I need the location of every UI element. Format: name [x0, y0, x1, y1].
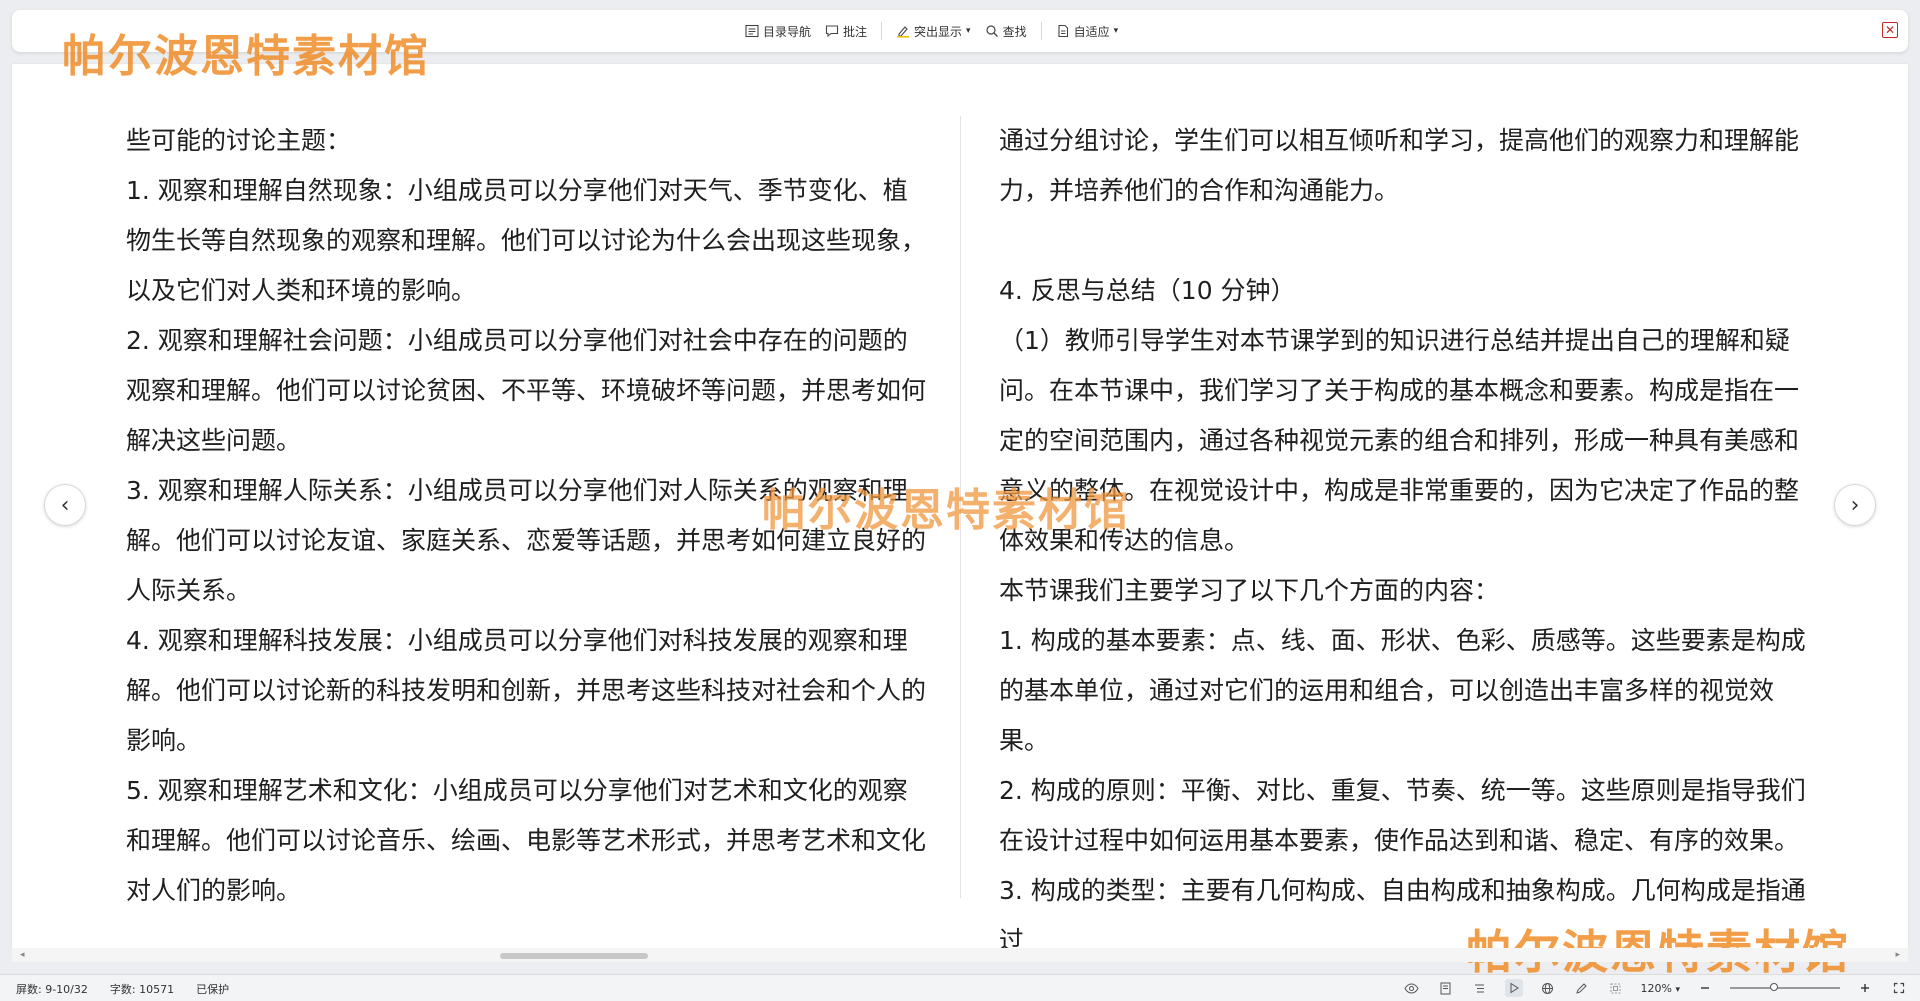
paragraph: 通过分组讨论，学生们可以相互倾听和学习，提高他们的观察力和理解能力，并培养他们的… [999, 126, 1800, 205]
chevron-down-icon: ▾ [1113, 26, 1119, 36]
paragraph: 4. 观察和理解科技发展：小组成员可以分享他们对科技发展的观察和理解。他们可以讨… [126, 626, 927, 755]
toc-nav-button[interactable]: 目录导航 [745, 23, 811, 40]
zoom-slider-knob[interactable] [1770, 983, 1778, 991]
page-view-icon[interactable] [1437, 979, 1455, 997]
comment-label: 批注 [843, 24, 868, 39]
paragraph: 4. 反思与总结（10 分钟） [999, 276, 1296, 305]
scroll-left-icon[interactable]: ◂ [20, 948, 25, 962]
highlight-label: 突出显示 [914, 24, 963, 39]
chevron-down-icon: ▾ [966, 26, 971, 36]
outline-icon[interactable] [1471, 979, 1489, 997]
toolbar-group: 目录导航 批注 突出显示 ▾ 查找 自适应 ▾ [745, 10, 1118, 52]
protection-status: 已保护 [196, 983, 230, 996]
search-button[interactable]: 查找 [985, 23, 1027, 40]
next-page-button[interactable]: › [1834, 484, 1876, 526]
fit-page-label: 自适应 [1073, 24, 1110, 39]
close-icon: ✕ [1884, 23, 1896, 37]
chevron-left-icon: ‹ [60, 492, 70, 518]
scrollbar-thumb[interactable] [500, 953, 648, 959]
chevron-down-icon: ▾ [1675, 984, 1680, 995]
fullscreen-icon[interactable] [1890, 979, 1908, 997]
paragraph: 1. 观察和理解自然现象：小组成员可以分享他们对天气、季节变化、植物生长等自然现… [126, 176, 927, 305]
paragraph: 2. 构成的原则：平衡、对比、重复、节奏、统一等。这些原则是指导我们在设计过程中… [999, 776, 1806, 855]
horizontal-scrollbar[interactable]: ◂ ▸ [12, 948, 1908, 962]
comment-icon [825, 24, 839, 38]
fit-page-dropdown[interactable]: 自适应 ▾ [1056, 23, 1119, 40]
chevron-right-icon: › [1850, 492, 1860, 518]
paragraph: 些可能的讨论主题： [126, 126, 352, 155]
fit-icon[interactable] [1607, 979, 1625, 997]
status-bar: 屏数: 9-10/32 字数: 10571 已保护 120% ▾ [0, 974, 1920, 1001]
comment-button[interactable]: 批注 [825, 23, 867, 40]
search-label: 查找 [1002, 24, 1027, 39]
paragraph: 1. 构成的基本要素：点、线、面、形状、色彩、质感等。这些要素是构成的基本单位，… [999, 626, 1806, 755]
fit-page-icon [1056, 24, 1070, 38]
highlight-button[interactable]: 突出显示 ▾ [896, 23, 971, 40]
toc-nav-label: 目录导航 [763, 24, 812, 39]
previous-page-button[interactable]: ‹ [44, 484, 86, 526]
highlight-icon [896, 24, 910, 38]
play-icon[interactable] [1504, 979, 1523, 997]
paragraph [999, 216, 1809, 266]
pen-icon[interactable] [1573, 979, 1591, 997]
zoom-value: 120% [1640, 981, 1672, 995]
paragraph: 本节课我们主要学习了以下几个方面的内容： [999, 576, 1500, 605]
toc-icon [745, 24, 759, 38]
toolbar-divider [881, 22, 883, 40]
search-icon [985, 24, 999, 38]
paragraph: 5. 观察和理解艺术和文化：小组成员可以分享他们对艺术和文化的观察和理解。他们可… [126, 776, 927, 905]
watermark: 帕尔波恩特素材馆 [62, 31, 430, 82]
page-count[interactable]: 屏数: 9-10/32 [16, 981, 88, 997]
toolbar-divider [1040, 22, 1042, 40]
zoom-slider[interactable] [1730, 983, 1840, 991]
watermark: 帕尔波恩特素材馆 [762, 485, 1130, 536]
zoom-out-icon[interactable] [1696, 979, 1714, 997]
right-column: 通过分组讨论，学生们可以相互倾听和学习，提高他们的观察力和理解能力，并培养他们的… [999, 116, 1809, 966]
zoom-in-icon[interactable] [1856, 979, 1874, 997]
eye-icon[interactable] [1403, 979, 1421, 997]
scroll-right-icon[interactable]: ▸ [1895, 948, 1900, 962]
paragraph: 2. 观察和理解社会问题：小组成员可以分享他们对社会中存在的问题的观察和理解。他… [126, 326, 927, 455]
status-info: 屏数: 9-10/32 字数: 10571 已保护 [16, 981, 229, 997]
word-count[interactable]: 字数: 10571 [110, 981, 174, 997]
web-icon[interactable] [1539, 979, 1557, 997]
zoom-level-dropdown[interactable]: 120% ▾ [1641, 982, 1680, 995]
close-button[interactable]: ✕ [1882, 22, 1898, 38]
view-controls: 120% ▾ [1403, 978, 1908, 998]
